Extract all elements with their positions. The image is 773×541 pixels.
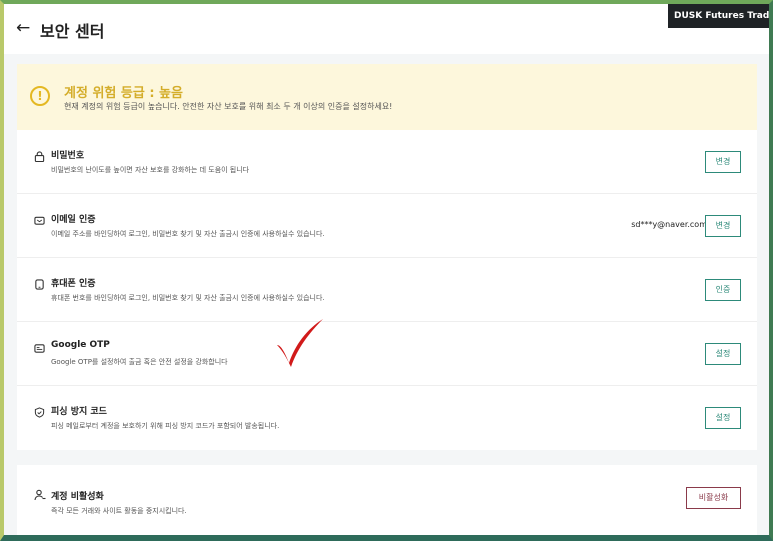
verify-phone-button[interactable]: 인증 — [705, 279, 741, 301]
item-title: 피싱 방지 코드 — [51, 407, 107, 417]
email-value: sd***y@naver.com — [631, 220, 707, 229]
setup-anti-phishing-button[interactable]: 설정 — [705, 407, 741, 429]
back-arrow-icon[interactable]: ← — [16, 18, 30, 38]
warning-icon: ! — [30, 86, 50, 106]
item-description: 비밀번호의 난이도를 높이면 자산 보호를 강화하는 데 도움이 됩니다 — [51, 166, 250, 174]
security-center-page: ← 보안 센터 DUSK Futures Trading E ! 계정 위험 등… — [4, 4, 769, 535]
security-item-phone: 휴대폰 인증 휴대폰 번호를 바인딩하여 로그인, 비밀번호 찾기 및 자산 출… — [17, 258, 757, 322]
alert-title: 계정 위험 등급 : 높음 — [64, 86, 183, 101]
user-remove-icon — [34, 489, 46, 501]
item-title: 이메일 인증 — [51, 215, 96, 225]
change-password-button[interactable]: 변경 — [705, 151, 741, 173]
alert-description: 현재 계정의 위험 등급이 높습니다. 안전한 자산 보호를 위해 최소 두 개… — [64, 102, 393, 111]
risk-alert: ! 계정 위험 등급 : 높음 현재 계정의 위험 등급이 높습니다. 안전한 … — [17, 64, 757, 130]
item-title: 휴대폰 인증 — [51, 279, 96, 289]
item-description: 이메일 주소를 바인딩하여 로그인, 비밀번호 찾기 및 자산 출금시 인증에 … — [51, 230, 325, 238]
page-title: 보안 센터 — [40, 22, 105, 41]
exchange-badge: DUSK Futures Trading E — [668, 4, 769, 28]
item-title: Google OTP — [51, 340, 110, 350]
top-bar: ← 보안 센터 DUSK Futures Trading E — [4, 4, 769, 54]
deactivate-description: 즉각 모든 거래와 사이트 활동을 중지시킵니다. — [51, 507, 187, 515]
security-item-google-otp: Google OTP Google OTP를 설정하여 출금 혹은 안전 설정을… — [17, 322, 757, 386]
security-item-password: 비밀번호 비밀번호의 난이도를 높이면 자산 보호를 강화하는 데 도움이 됩니… — [17, 130, 757, 194]
security-item-anti-phishing: 피싱 방지 코드 피싱 메일로부터 계정을 보호하기 위해 피싱 방지 코드가 … — [17, 386, 757, 450]
security-card: ! 계정 위험 등급 : 높음 현재 계정의 위험 등급이 높습니다. 안전한 … — [17, 64, 757, 450]
item-description: 피싱 메일로부터 계정을 보호하기 위해 피싱 방지 코드가 포함되어 발송됩니… — [51, 422, 280, 430]
otp-icon — [34, 344, 45, 353]
item-title: 비밀번호 — [51, 151, 85, 161]
security-item-email: 이메일 인증 이메일 주소를 바인딩하여 로그인, 비밀번호 찾기 및 자산 출… — [17, 194, 757, 258]
deactivate-button[interactable]: 비활성화 — [686, 487, 741, 509]
item-description: 휴대폰 번호를 바인딩하여 로그인, 비밀번호 찾기 및 자산 출금시 인증에 … — [51, 294, 325, 302]
setup-otp-button[interactable]: 설정 — [705, 343, 741, 365]
item-description: Google OTP를 설정하여 출금 혹은 안전 설정을 강화합니다 — [51, 358, 228, 366]
mail-icon — [34, 216, 45, 225]
deactivate-card: 계정 비활성화 즉각 모든 거래와 사이트 활동을 중지시킵니다. 비활성화 — [17, 465, 757, 535]
red-checkmark-icon — [277, 319, 323, 367]
change-email-button[interactable]: 변경 — [705, 215, 741, 237]
lock-icon — [34, 151, 45, 162]
shield-icon — [34, 407, 45, 418]
deactivate-title: 계정 비활성화 — [51, 492, 104, 502]
phone-icon — [35, 279, 44, 290]
